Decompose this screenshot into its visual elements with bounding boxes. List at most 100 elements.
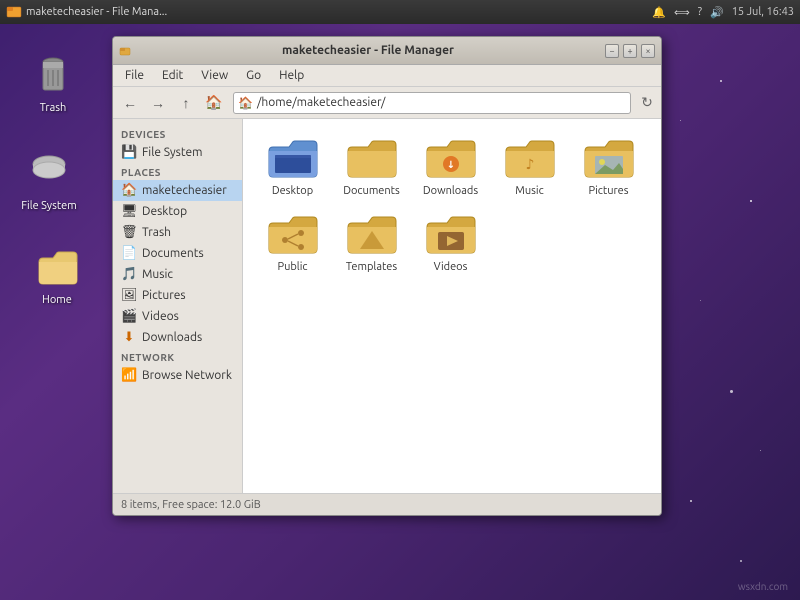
- menubar: File Edit View Go Help: [113, 65, 661, 87]
- desktop-folder-label: Desktop: [272, 185, 313, 197]
- window-titlebar: maketecheasier - File Manager − + ×: [113, 37, 661, 65]
- places-section-label: PLACES: [113, 163, 242, 180]
- sidebar-pictures-label: Pictures: [142, 289, 186, 302]
- file-item-desktop[interactable]: Desktop: [255, 131, 330, 203]
- address-bar[interactable]: 🏠 /home/maketecheasier/: [233, 92, 631, 114]
- sidebar-item-documents[interactable]: 📄 Documents: [113, 243, 242, 264]
- sidebar-desktop-label: Desktop: [142, 205, 187, 218]
- music-sidebar-icon: 🎵: [121, 267, 137, 282]
- file-grid: Desktop Documents ↓ Downloads: [243, 119, 661, 493]
- address-home-icon: 🏠: [238, 96, 253, 110]
- notification-icon: 🔔: [652, 6, 666, 19]
- sidebar-item-pictures[interactable]: 🖼 Pictures: [113, 285, 242, 306]
- datetime: 15 Jul, 16:43: [732, 6, 794, 18]
- sidebar-documents-label: Documents: [142, 247, 204, 260]
- menu-help[interactable]: Help: [271, 67, 312, 84]
- pictures-sidebar-icon: 🖼: [121, 288, 137, 303]
- desktop-icon-home[interactable]: Home: [22, 242, 92, 306]
- taskbar-title: maketecheasier - File Mana...: [26, 6, 167, 18]
- sidebar-trash-label: Trash: [142, 226, 171, 239]
- trash-sidebar-icon: 🗑: [121, 225, 137, 240]
- window-controls: − + ×: [605, 44, 655, 58]
- sidebar-downloads-label: Downloads: [142, 331, 202, 344]
- toolbar: ← → ↑ 🏠 🏠 /home/maketecheasier/ ↻: [113, 87, 661, 119]
- svg-text:♪: ♪: [525, 156, 534, 172]
- taskbar-right: 🔔 ⟺ ? 🔊 15 Jul, 16:43: [652, 6, 794, 19]
- file-item-documents[interactable]: Documents: [334, 131, 409, 203]
- devices-section-label: DEVICES: [113, 125, 242, 142]
- statusbar: 8 items, Free space: 12.0 GiB: [113, 493, 661, 515]
- back-button[interactable]: ←: [117, 90, 143, 116]
- sidebar: DEVICES 💾 File System PLACES 🏠 maketeche…: [113, 119, 243, 493]
- home-nav-button[interactable]: 🏠: [201, 90, 227, 116]
- documents-folder-icon: [346, 137, 398, 181]
- sidebar-maketecheasier-label: maketecheasier: [142, 184, 227, 197]
- file-item-music[interactable]: ♪ Music: [492, 131, 567, 203]
- file-manager-window: maketecheasier - File Manager − + × File…: [112, 36, 662, 516]
- documents-sidebar-icon: 📄: [121, 246, 137, 261]
- desktop-folder-icon: [267, 137, 319, 181]
- sidebar-item-browse-network[interactable]: 📶 Browse Network: [113, 365, 242, 386]
- sidebar-item-desktop[interactable]: 🖥 Desktop: [113, 201, 242, 222]
- taskbar: maketecheasier - File Mana... 🔔 ⟺ ? 🔊 15…: [0, 0, 800, 24]
- maximize-button[interactable]: +: [623, 44, 637, 58]
- window-menu-icon: [119, 45, 131, 57]
- forward-button[interactable]: →: [145, 90, 171, 116]
- filesystem-label: File System: [21, 200, 77, 212]
- sidebar-music-label: Music: [142, 268, 173, 281]
- volume-icon: 🔊: [710, 6, 724, 19]
- window-title: maketecheasier - File Manager: [131, 44, 605, 57]
- trash-label: Trash: [40, 102, 67, 114]
- svg-text:↓: ↓: [446, 159, 454, 170]
- sidebar-item-maketecheasier[interactable]: 🏠 maketecheasier: [113, 180, 242, 201]
- sidebar-item-trash[interactable]: 🗑 Trash: [113, 222, 242, 243]
- sidebar-item-videos[interactable]: 🎬 Videos: [113, 306, 242, 327]
- up-button[interactable]: ↑: [173, 90, 199, 116]
- refresh-button[interactable]: ↻: [637, 93, 657, 113]
- desktop-icon-trash[interactable]: Trash: [18, 50, 88, 114]
- menu-go[interactable]: Go: [238, 67, 269, 84]
- menu-view[interactable]: View: [193, 67, 236, 84]
- file-item-templates[interactable]: Templates: [334, 207, 409, 279]
- filesystem-sidebar-icon: 💾: [121, 145, 137, 160]
- window-left-controls: [119, 45, 131, 57]
- taskbar-left: maketecheasier - File Mana...: [6, 4, 167, 20]
- music-folder-icon: ♪: [504, 137, 556, 181]
- close-button[interactable]: ×: [641, 44, 655, 58]
- public-folder-label: Public: [278, 261, 308, 273]
- filesystem-icon: [25, 148, 73, 196]
- videos-folder-label: Videos: [434, 261, 468, 273]
- address-text: /home/maketecheasier/: [257, 96, 626, 109]
- connection-icon: ⟺: [674, 6, 690, 19]
- sidebar-item-music[interactable]: 🎵 Music: [113, 264, 242, 285]
- pictures-folder-label: Pictures: [589, 185, 629, 197]
- videos-sidebar-icon: 🎬: [121, 309, 137, 324]
- menu-file[interactable]: File: [117, 67, 152, 84]
- sidebar-item-downloads[interactable]: ⬇ Downloads: [113, 327, 242, 348]
- file-item-downloads[interactable]: ↓ Downloads: [413, 131, 488, 203]
- trash-icon: [29, 50, 77, 98]
- downloads-folder-label: Downloads: [423, 185, 478, 197]
- file-item-videos[interactable]: Videos: [413, 207, 488, 279]
- menu-edit[interactable]: Edit: [154, 67, 191, 84]
- file-item-pictures[interactable]: Pictures: [571, 131, 646, 203]
- home-icon: [33, 242, 81, 290]
- statusbar-text: 8 items, Free space: 12.0 GiB: [121, 499, 261, 511]
- file-item-public[interactable]: Public: [255, 207, 330, 279]
- desktop-icon-filesystem[interactable]: File System: [14, 148, 84, 212]
- taskbar-app-icon: [6, 4, 22, 20]
- window-body: DEVICES 💾 File System PLACES 🏠 maketeche…: [113, 119, 661, 493]
- templates-folder-icon: [346, 213, 398, 257]
- documents-folder-label: Documents: [343, 185, 400, 197]
- minimize-button[interactable]: −: [605, 44, 619, 58]
- sidebar-item-filesystem[interactable]: 💾 File System: [113, 142, 242, 163]
- videos-folder-icon: [425, 213, 477, 257]
- network-sidebar-icon: 📶: [121, 368, 137, 383]
- network-section-label: NETWORK: [113, 348, 242, 365]
- pictures-folder-icon: [583, 137, 635, 181]
- home-label: Home: [42, 294, 72, 306]
- downloads-folder-icon: ↓: [425, 137, 477, 181]
- watermark: wsxdn.com: [738, 581, 788, 592]
- desktop-sidebar-icon: 🖥: [121, 204, 137, 219]
- home-sidebar-icon: 🏠: [121, 183, 137, 198]
